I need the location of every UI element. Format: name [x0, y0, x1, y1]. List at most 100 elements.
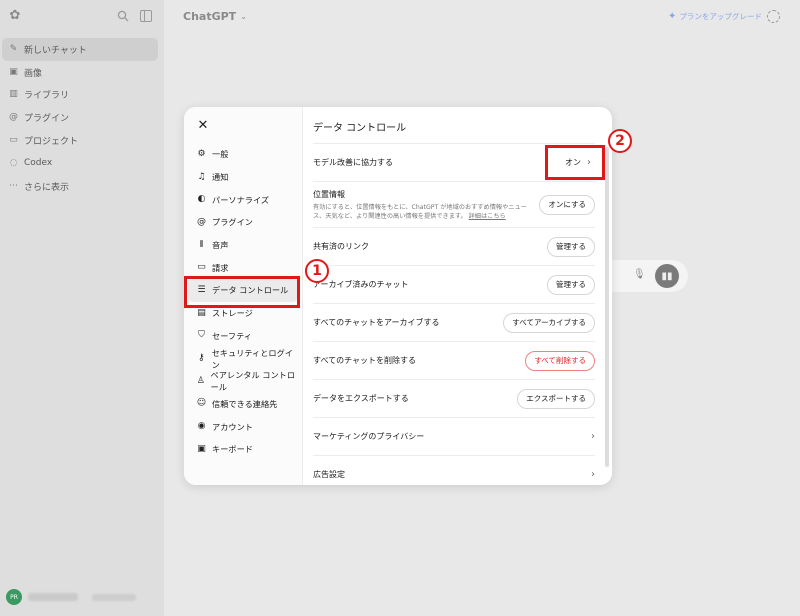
keyboard-icon: ▣: [197, 443, 206, 454]
manage-archived-button[interactable]: 管理する: [547, 274, 595, 295]
user-profile[interactable]: PR: [6, 586, 156, 608]
tab-voice[interactable]: ⦀ 音声: [188, 234, 298, 257]
scrollbar[interactable]: [605, 147, 609, 467]
user-plan-redacted: [92, 593, 136, 601]
sidebar-item-label: さらに表示: [24, 182, 70, 193]
user-name-redacted: [28, 593, 78, 601]
tab-label: セキュリティとログイン: [211, 347, 293, 370]
tab-security[interactable]: ⚷ セキュリティとログイン: [188, 347, 298, 370]
sidebar-toggle-icon[interactable]: [140, 10, 152, 22]
library-icon: ▥: [9, 89, 18, 100]
sidebar-item-library[interactable]: ▥ ライブラリ: [2, 84, 158, 107]
sidebar-item-label: 新しいチャット: [24, 45, 87, 56]
row-label: 広告設定: [313, 470, 345, 479]
tab-keyboard[interactable]: ▣ キーボード: [188, 438, 298, 461]
row-label: モデル改善に協力する: [313, 158, 393, 167]
settings-rows: モデル改善に協力する オン › 位置情報 有効にすると、位置情報をもとに、Cha…: [313, 143, 595, 485]
chatgpt-logo-icon[interactable]: ✿: [8, 9, 22, 23]
delete-all-button[interactable]: すべて削除する: [525, 350, 595, 371]
sidebar-item-new-chat[interactable]: ✎ 新しいチャット: [2, 38, 158, 61]
highlight-box-improve-model: [545, 145, 605, 180]
upgrade-label: プランをアップグレード: [679, 12, 762, 21]
tab-notifications[interactable]: ♫ 通知: [188, 166, 298, 189]
folder-icon: ▭: [9, 135, 18, 146]
tab-label: ストレージ: [212, 308, 253, 319]
step-badge-1: 1: [305, 259, 329, 283]
row-label: 位置情報: [313, 189, 345, 199]
sidebar-item-images[interactable]: ▣ 画像: [2, 61, 158, 84]
chevron-right-icon: ›: [591, 469, 595, 480]
tab-account[interactable]: ◉ アカウント: [188, 415, 298, 438]
sidebar-item-label: Codex: [24, 158, 53, 169]
row-delete-all: すべてのチャットを削除する すべて削除する: [313, 341, 595, 379]
tab-label: キーボード: [212, 444, 253, 455]
row-label: すべてのチャットをアーカイブする: [313, 318, 440, 327]
row-label: アーカイブ済みのチャット: [313, 280, 409, 289]
manage-shared-links-button[interactable]: 管理する: [547, 236, 595, 257]
waveform-icon: ▮▮: [661, 270, 673, 282]
tab-label: ペアレンタル コントロール: [210, 370, 296, 393]
avatar: PR: [6, 589, 22, 605]
upgrade-button[interactable]: ✦ プランをアップグレード: [668, 11, 762, 22]
sidebar-item-label: プロジェクト: [24, 137, 79, 148]
tab-safety[interactable]: ⛉ セーフティ: [188, 325, 298, 348]
row-description: 有効にすると、位置情報をもとに、ChatGPT が地域のおすすめ情報やニュース、…: [313, 203, 531, 221]
temporary-chat-icon[interactable]: [767, 10, 780, 23]
tab-label: 通知: [212, 172, 229, 183]
chevron-right-icon: ›: [591, 431, 595, 442]
location-text: 位置情報 有効にすると、位置情報をもとに、ChatGPT が地域のおすすめ情報や…: [313, 189, 531, 221]
row-label: マーケティングのプライバシー: [313, 432, 425, 441]
row-label: すべてのチャットを削除する: [313, 356, 417, 365]
row-marketing-privacy[interactable]: マーケティングのプライバシー ›: [313, 417, 595, 455]
sidebar-item-label: プラグイン: [24, 114, 70, 125]
row-label: データをエクスポートする: [313, 394, 409, 403]
tab-general[interactable]: ⚙ 一般: [188, 143, 298, 166]
row-archived-chats: アーカイブ済みのチャット 管理する: [313, 265, 595, 303]
export-button[interactable]: エクスポートする: [517, 388, 595, 409]
new-chat-icon: ✎: [9, 43, 18, 54]
lock-icon: ⚷: [198, 353, 205, 364]
contact-icon: ☺: [196, 398, 207, 409]
sidebar-item-more[interactable]: ⋯ さらに表示: [2, 175, 158, 198]
row-ad-settings[interactable]: 広告設定 ›: [313, 455, 595, 485]
tab-trusted-contacts[interactable]: ☺ 信頼できる連絡先: [188, 393, 298, 416]
plugin-icon: @: [9, 112, 18, 123]
voice-icon: ⦀: [199, 239, 204, 250]
tab-label: 音声: [212, 240, 229, 251]
sidebar-item-label: 画像: [24, 68, 43, 79]
sidebar-nav: ✎ 新しいチャット ▣ 画像 ▥ ライブラリ @ プラグイン ▭ プロジェクト ◌ Code…: [2, 38, 158, 198]
tab-label: 請求: [212, 262, 229, 273]
gear-icon: ⚙: [197, 148, 206, 159]
panel-title: データ コントロール: [313, 123, 407, 134]
learn-more-link[interactable]: 詳細はこちら: [469, 213, 506, 220]
voice-mode-button[interactable]: ▮▮: [655, 264, 679, 288]
sidebar-item-projects[interactable]: ▭ プロジェクト: [2, 129, 158, 152]
close-icon[interactable]: ✕: [196, 119, 210, 133]
more-icon: ⋯: [9, 180, 18, 191]
page-title: ChatGPT: [183, 10, 237, 23]
bell-icon: ♫: [197, 171, 206, 182]
tab-personalize[interactable]: ◐ パーソナライズ: [188, 188, 298, 211]
personalize-icon: ◐: [197, 194, 206, 205]
tab-parental[interactable]: ♙ ペアレンタル コントロール: [188, 370, 298, 393]
tab-label: 一般: [212, 149, 229, 160]
tab-plugins[interactable]: @ プラグイン: [188, 211, 298, 234]
row-location: 位置情報 有効にすると、位置情報をもとに、ChatGPT が地域のおすすめ情報や…: [313, 181, 595, 227]
archive-all-button[interactable]: すべてアーカイブする: [503, 312, 595, 333]
sidebar-item-codex[interactable]: ◌ Codex: [2, 152, 158, 175]
microphone-icon[interactable]: 🎙: [633, 269, 646, 283]
sparkle-icon: ✦: [668, 11, 677, 22]
sidebar: ✿ ✎ 新しいチャット ▣ 画像 ▥ ライブラリ @ プラグイン ▭ プロジェクト ◌ Co…: [0, 0, 164, 616]
tab-label: パーソナライズ: [212, 194, 270, 205]
search-icon[interactable]: [117, 10, 129, 22]
model-selector[interactable]: ChatGPT ⌄: [183, 10, 247, 23]
billing-icon: ▭: [197, 262, 206, 273]
highlight-box-data-controls: [184, 276, 300, 308]
chevron-down-icon: ⌄: [240, 12, 247, 21]
sidebar-item-plugins[interactable]: @ プラグイン: [2, 106, 158, 129]
account-icon: ◉: [197, 421, 206, 432]
parental-icon: ♙: [196, 375, 205, 386]
codex-icon: ◌: [9, 157, 18, 168]
row-label: 共有済のリンク: [313, 242, 369, 251]
enable-location-button[interactable]: オンにする: [539, 194, 595, 215]
